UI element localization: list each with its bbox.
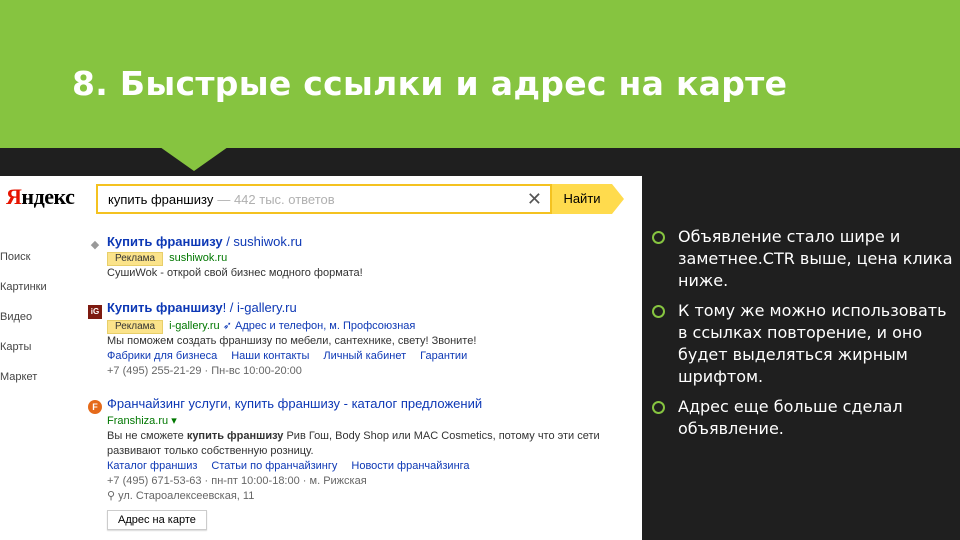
snippet-after: Рив Гош, Body Shop или MAC Cosmetics, по… [283, 430, 600, 442]
find-button[interactable]: Найти [552, 184, 612, 214]
search-verticals-nav: Поиск Картинки Видео Карты Маркет [0, 250, 47, 400]
address: ул. Староалексеевская, 11 [118, 490, 255, 502]
sitelink[interactable]: Личный кабинет [323, 350, 406, 362]
result-url[interactable]: i-gallery.ru [169, 320, 220, 332]
ad-badge: Реклама [107, 252, 164, 266]
clear-icon[interactable]: ✕ [527, 189, 542, 209]
sitelink[interactable]: Статьи по франчайзингу [211, 460, 337, 472]
bullet-text: Объявление стало шире и заметнее.CTR выш… [678, 227, 953, 290]
sitelinks: Фабрики для бизнеса Наши контакты Личный к… [107, 349, 638, 364]
result-snippet: СушиWok - открой свой бизнес модного фор… [107, 267, 363, 279]
hours: Пн-вс 10:00-20:00 [211, 365, 302, 377]
contact-line: +7 (495) 255-21-29 · Пн-вс 10:00-20:00 [107, 365, 302, 377]
result-url[interactable]: sushiwok.ru [169, 252, 227, 264]
nav-item-search[interactable]: Поиск [0, 250, 47, 280]
search-input[interactable]: купить франшизу — 442 тыс. ответов ✕ [96, 184, 552, 214]
sitelink[interactable]: Новости франчайзинга [351, 460, 469, 472]
contacts-text: Адрес и телефон, м. Профсоюзная [235, 320, 416, 332]
sitelink[interactable]: Наши контакты [231, 350, 309, 362]
logo-rest: ндекс [21, 184, 75, 209]
search-result-3: F Франчайзинг услуги, купить франшизу - к… [88, 396, 638, 530]
result-snippet-line2: развивают только собственную розницу. [107, 445, 314, 457]
phone: +7 (495) 255-21-29 [107, 365, 202, 377]
location-arrow-icon: ➶ [222, 320, 232, 332]
bullet-item: Адрес еще больше сделал объявление. [652, 396, 958, 440]
search-query: купить франшизу — 442 тыс. ответов [108, 192, 335, 207]
nav-item-market[interactable]: Маркет [0, 370, 47, 400]
snippet-before: Вы не сможете [107, 430, 187, 442]
sitelink[interactable]: Фабрики для бизнеса [107, 350, 217, 362]
title-rest: ! / i-gallery.ru [222, 300, 297, 315]
sushi-favicon-icon: ◆ [90, 239, 100, 251]
ad-badge: Реклама [107, 320, 164, 334]
yandex-logo[interactable]: Яндекс [6, 184, 75, 210]
circle-bullet-icon [652, 305, 665, 318]
results-count-hint: — 442 тыс. ответов [217, 192, 335, 207]
slide-title: 8. Быстрые ссылки и адрес на карте [72, 64, 788, 103]
serp-screenshot: Яндекс купить франшизу — 442 тыс. ответов… [0, 176, 642, 540]
metro: м. Рижская [309, 475, 367, 487]
title-bold: Купить франшизу [107, 300, 223, 315]
bullet-text: Адрес еще больше сделал объявление. [678, 397, 903, 438]
result-title-link[interactable]: F Франчайзинг услуги, купить франшизу - к… [88, 396, 638, 414]
sitelinks: Каталог франшиз Статьи по франчайзингу Нов… [107, 459, 638, 474]
result-title-link[interactable]: ◆ Купить франшизу / sushiwok.ru [88, 234, 638, 251]
nav-item-video[interactable]: Видео [0, 310, 47, 340]
result-snippet: Мы поможем создать франшизу по мебели, с… [107, 335, 477, 347]
header-notch [160, 147, 228, 171]
nav-item-images[interactable]: Картинки [0, 280, 47, 310]
search-query-text: купить франшизу [108, 192, 214, 207]
contacts-link[interactable]: ➶ Адрес и телефон, м. Профсоюзная [223, 320, 416, 332]
logo-first-letter: Я [6, 184, 22, 209]
find-button-arrow[interactable] [612, 184, 624, 214]
franshiza-favicon-icon: F [88, 400, 102, 414]
sitelink[interactable]: Каталог франшиз [107, 460, 197, 472]
nav-item-maps[interactable]: Карты [0, 340, 47, 370]
bullet-item: К тому же можно использовать в ссылках п… [652, 300, 958, 388]
result-url[interactable]: Franshiza.ru [107, 415, 168, 427]
result-snippet: Вы не сможете купить франшизу Рив Гош, B… [107, 429, 638, 444]
map-pin-icon: ⚲ [107, 490, 116, 502]
title-bold: Купить франшизу [107, 234, 223, 249]
bullet-text: К тому же можно использовать в ссылках п… [678, 301, 947, 386]
hours: пн-пт 10:00-18:00 [211, 475, 300, 487]
search-result-2: iG Купить франшизу! / i-gallery.ru Реклам… [88, 300, 638, 379]
address-line: ⚲ ул. Староалексеевская, 11 [107, 489, 638, 504]
circle-bullet-icon [652, 231, 665, 244]
url-dropdown-icon[interactable]: ▾ [168, 415, 177, 427]
title-text: Франчайзинг услуги, купить франшизу - ка… [107, 396, 483, 411]
sitelink[interactable]: Гарантии [420, 350, 467, 362]
slide-header: 8. Быстрые ссылки и адрес на карте [0, 0, 960, 148]
bullet-item: Объявление стало шире и заметнее.CTR выш… [652, 226, 958, 292]
igallery-favicon-icon: iG [88, 305, 102, 319]
circle-bullet-icon [652, 401, 665, 414]
title-rest: / sushiwok.ru [222, 234, 303, 249]
phone: +7 (495) 671-53-63 [107, 475, 202, 487]
result-title-link[interactable]: iG Купить франшизу! / i-gallery.ru [88, 300, 638, 319]
contact-line: +7 (495) 671-53-63 · пн-пт 10:00-18:00 ·… [107, 475, 367, 487]
snippet-bold: купить франшизу [186, 430, 284, 442]
map-address-button[interactable]: Адрес на карте [107, 510, 207, 530]
search-result-1: ◆ Купить франшизу / sushiwok.ru Реклама su… [88, 234, 638, 281]
bullet-list: Объявление стало шире и заметнее.CTR выш… [652, 226, 958, 448]
